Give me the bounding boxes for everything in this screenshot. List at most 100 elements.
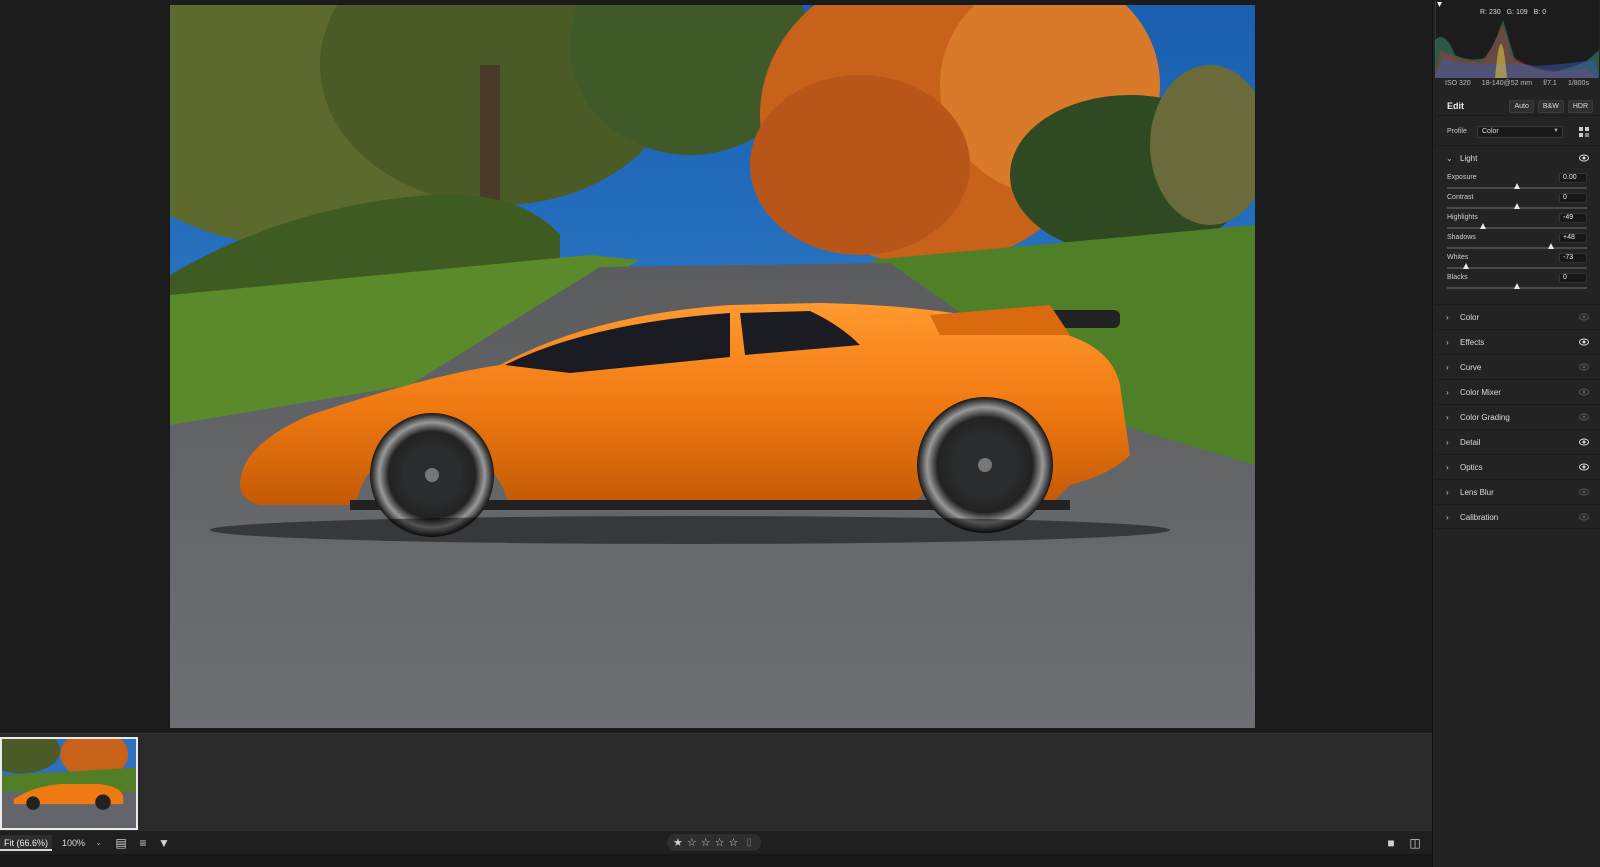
chevron-down-icon: ⌄ bbox=[95, 838, 102, 847]
visibility-eye-icon[interactable] bbox=[1579, 488, 1589, 496]
shadow-clipping-icon bbox=[1437, 2, 1442, 7]
app-window: Fit (66.6%) 100% ⌄ ▤ ≡ ▼ ★ ☆ ☆ ☆ ☆ ▯ ■ ◫ bbox=[0, 0, 1600, 867]
compare-view-icon[interactable]: ◫ bbox=[1407, 835, 1423, 851]
section-calibration[interactable]: › Calibration bbox=[1435, 504, 1599, 529]
slider-value-field[interactable]: -73 bbox=[1559, 253, 1587, 263]
green-value: G: 109 bbox=[1506, 9, 1528, 16]
slider-name: Contrast bbox=[1447, 194, 1474, 201]
profile-browser-icon[interactable] bbox=[1579, 127, 1589, 137]
section-lens-blur[interactable]: › Lens Blur bbox=[1435, 479, 1599, 504]
slider-handle[interactable] bbox=[1547, 243, 1554, 249]
section-color[interactable]: › Color bbox=[1435, 304, 1599, 329]
chevron-right-icon: › bbox=[1446, 438, 1449, 447]
visibility-eye-icon[interactable] bbox=[1579, 438, 1589, 446]
section-color-mixer[interactable]: › Color Mixer bbox=[1435, 379, 1599, 404]
highlights-slider[interactable]: Highlights -49 bbox=[1447, 213, 1587, 234]
filmstrip-toggle-icon[interactable]: ▤ bbox=[113, 835, 129, 851]
zoom-level-dropdown[interactable]: 100% ⌄ bbox=[58, 835, 102, 851]
slider-handle[interactable] bbox=[1514, 283, 1520, 289]
visibility-eye-icon[interactable] bbox=[1579, 363, 1589, 371]
slider-track[interactable] bbox=[1447, 227, 1587, 229]
slider-handle[interactable] bbox=[1479, 223, 1486, 229]
slider-name: Shadows bbox=[1447, 234, 1476, 241]
chevron-right-icon: › bbox=[1446, 513, 1449, 522]
slider-value-field[interactable]: 0 bbox=[1559, 193, 1587, 203]
rgb-readout: R: 230 G: 109 B: 0 bbox=[1480, 9, 1546, 16]
profile-label: Profile bbox=[1447, 128, 1467, 135]
blacks-slider[interactable]: Blacks 0 bbox=[1447, 273, 1587, 294]
visibility-eye-icon[interactable] bbox=[1579, 338, 1589, 346]
red-value: R: 230 bbox=[1480, 9, 1501, 16]
shadows-slider[interactable]: Shadows +48 bbox=[1447, 233, 1587, 254]
section-color-label: Color bbox=[1460, 313, 1480, 322]
section-optics[interactable]: › Optics bbox=[1435, 454, 1599, 479]
zoom-level-label: 100% bbox=[62, 838, 86, 848]
visibility-eye-icon[interactable] bbox=[1579, 513, 1589, 521]
slider-handle[interactable] bbox=[1514, 203, 1520, 209]
slider-track[interactable] bbox=[1447, 247, 1587, 249]
contrast-slider[interactable]: Contrast 0 bbox=[1447, 193, 1587, 214]
section-effects[interactable]: › Effects bbox=[1435, 329, 1599, 354]
slider-value-field[interactable]: 0.00 bbox=[1559, 173, 1587, 183]
slider-value-field[interactable]: 0 bbox=[1559, 273, 1587, 283]
edit-panel: R: 230 G: 109 B: 0 ISO 320 18-140@52 mm … bbox=[1432, 0, 1600, 867]
chevron-down-icon: ⌄ bbox=[1446, 154, 1453, 163]
visibility-eye-icon[interactable] bbox=[1579, 413, 1589, 421]
visibility-eye-icon[interactable] bbox=[1579, 154, 1589, 162]
slider-name: Blacks bbox=[1447, 274, 1468, 281]
slider-handle[interactable] bbox=[1462, 263, 1469, 269]
chevron-down-icon: ▼ bbox=[1553, 128, 1559, 134]
filmstrip-thumbnail[interactable] bbox=[0, 737, 138, 830]
section-detail-label: Detail bbox=[1460, 438, 1481, 447]
slider-value-field[interactable]: +48 bbox=[1559, 233, 1587, 243]
single-view-icon[interactable]: ■ bbox=[1383, 835, 1399, 851]
aperture-value: f/7.1 bbox=[1543, 80, 1557, 87]
visibility-eye-icon[interactable] bbox=[1579, 463, 1589, 471]
edit-header: Edit Auto B&W HDR bbox=[1435, 96, 1599, 116]
visibility-eye-icon[interactable] bbox=[1579, 313, 1589, 321]
section-detail[interactable]: › Detail bbox=[1435, 429, 1599, 454]
section-curve-label: Curve bbox=[1460, 363, 1482, 372]
thumbnail-image bbox=[2, 739, 136, 828]
sort-icon[interactable]: ≡ bbox=[135, 835, 151, 851]
bw-button[interactable]: B&W bbox=[1537, 100, 1564, 113]
section-color-grading[interactable]: › Color Grading bbox=[1435, 404, 1599, 429]
light-sliders: Exposure 0.00 Contrast 0 Highlights -49 … bbox=[1435, 166, 1599, 296]
section-lens-blur-label: Lens Blur bbox=[1460, 488, 1494, 497]
slider-name: Highlights bbox=[1447, 214, 1478, 221]
star-5-icon[interactable]: ☆ bbox=[729, 836, 739, 849]
hdr-button[interactable]: HDR bbox=[1567, 100, 1593, 113]
lens-value: 18-140@52 mm bbox=[1481, 80, 1533, 87]
chevron-right-icon: › bbox=[1446, 463, 1449, 472]
star-rating[interactable]: ★ ☆ ☆ ☆ ☆ ▯ bbox=[667, 834, 761, 851]
shutter-value: 1/800s bbox=[1567, 80, 1589, 87]
chevron-right-icon: › bbox=[1446, 313, 1449, 322]
filmstrip bbox=[0, 733, 1432, 830]
profile-value: Color bbox=[1482, 128, 1499, 135]
main-photo[interactable] bbox=[170, 5, 1255, 728]
star-3-icon[interactable]: ☆ bbox=[701, 836, 711, 849]
chevron-right-icon: › bbox=[1446, 488, 1449, 497]
auto-button[interactable]: Auto bbox=[1509, 100, 1534, 113]
star-4-icon[interactable]: ☆ bbox=[715, 836, 725, 849]
image-canvas[interactable] bbox=[0, 0, 1432, 733]
slider-handle[interactable] bbox=[1514, 183, 1520, 189]
star-2-icon[interactable]: ☆ bbox=[687, 836, 697, 849]
slider-value-field[interactable]: -49 bbox=[1559, 213, 1587, 223]
status-strip bbox=[0, 854, 1600, 867]
whites-slider[interactable]: Whites -73 bbox=[1447, 253, 1587, 274]
fit-zoom-button[interactable]: Fit (66.6%) bbox=[0, 835, 52, 851]
filter-icon[interactable]: ▼ bbox=[156, 835, 172, 851]
iso-value: ISO 320 bbox=[1445, 80, 1471, 87]
section-optics-label: Optics bbox=[1460, 463, 1483, 472]
histogram: R: 230 G: 109 B: 0 bbox=[1435, 0, 1599, 78]
section-calibration-label: Calibration bbox=[1460, 513, 1499, 522]
bottom-toolbar: Fit (66.6%) 100% ⌄ ▤ ≡ ▼ ★ ☆ ☆ ☆ ☆ ▯ ■ ◫ bbox=[0, 830, 1600, 854]
trash-icon[interactable]: ▯ bbox=[746, 837, 752, 848]
chevron-right-icon: › bbox=[1446, 388, 1449, 397]
visibility-eye-icon[interactable] bbox=[1579, 388, 1589, 396]
star-1-icon[interactable]: ★ bbox=[673, 836, 683, 849]
exposure-slider[interactable]: Exposure 0.00 bbox=[1447, 173, 1587, 194]
section-curve[interactable]: › Curve bbox=[1435, 354, 1599, 379]
profile-dropdown[interactable]: Color ▼ bbox=[1477, 126, 1563, 138]
